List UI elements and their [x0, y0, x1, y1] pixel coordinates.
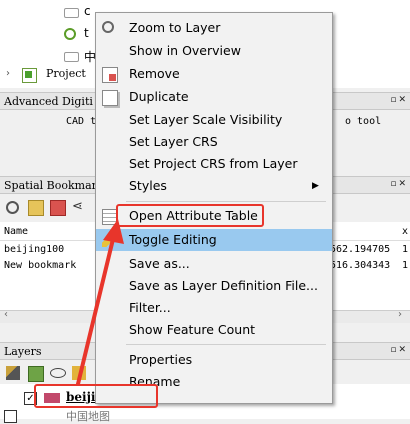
annotation-arrow: [76, 219, 124, 386]
